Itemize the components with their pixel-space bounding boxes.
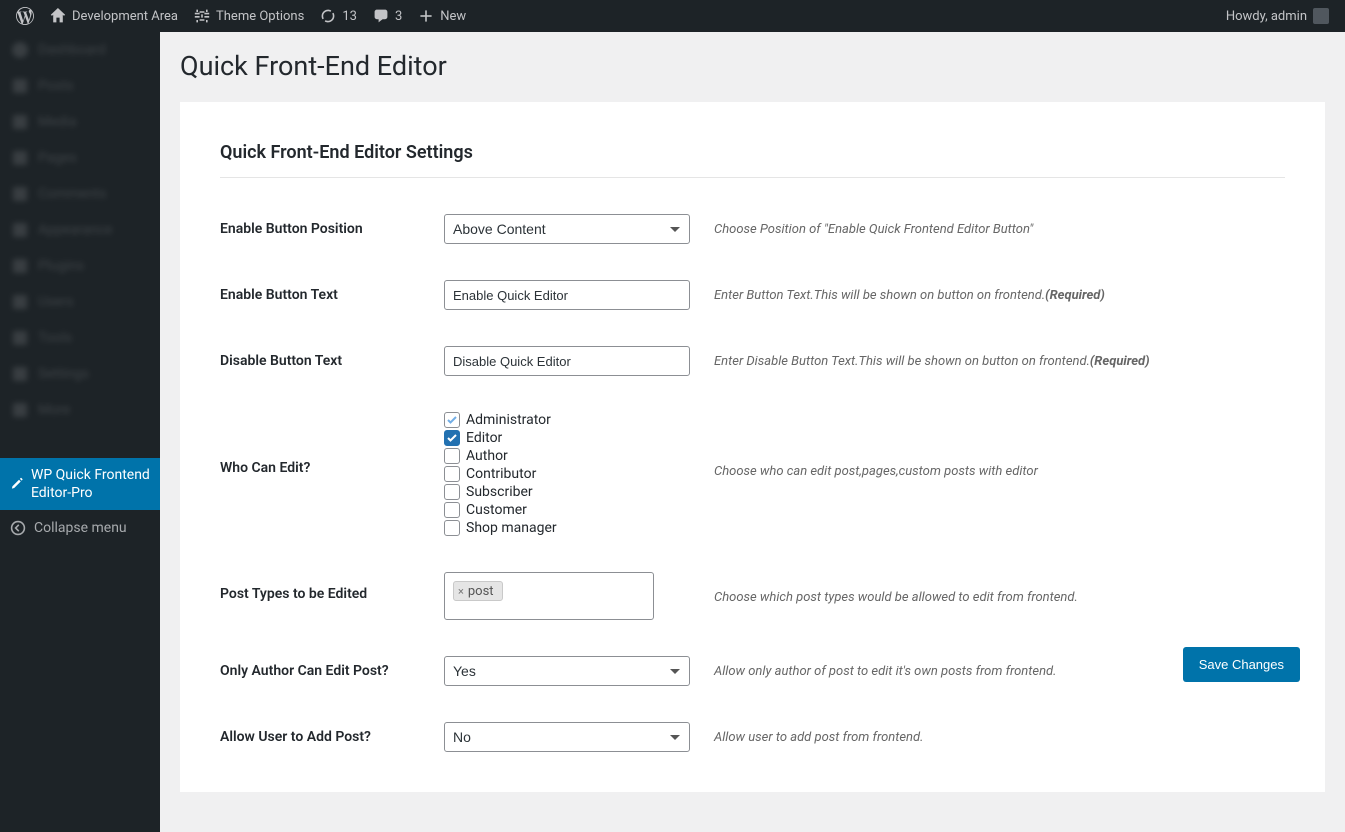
comment-icon	[373, 8, 389, 24]
admin-sidebar: Dashboard Posts Media Pages Comments App…	[0, 32, 160, 832]
admin-bar: Development Area Theme Options 13 3 New …	[0, 0, 1345, 32]
checkbox-editor[interactable]	[444, 430, 460, 446]
check-icon	[447, 433, 457, 443]
sidebar-item-hidden	[0, 428, 160, 458]
sidebar-item-hidden: Appearance	[0, 212, 160, 248]
row-who-can-edit: Who Can Edit? Administrator Editor	[220, 412, 1285, 536]
checkbox-contributor[interactable]	[444, 466, 460, 482]
label-only-author: Only Author Can Edit Post?	[220, 663, 444, 679]
sidebar-item-hidden: Media	[0, 104, 160, 140]
label-disable-text: Disable Button Text	[220, 353, 444, 369]
row-disable-text: Disable Button Text Enter Disable Button…	[220, 346, 1285, 376]
select-only-author[interactable]: Yes	[444, 656, 690, 686]
role-author[interactable]: Author	[444, 448, 714, 464]
label-post-types: Post Types to be Edited	[220, 572, 444, 602]
settings-heading: Quick Front-End Editor Settings	[220, 142, 1285, 178]
remove-tag-icon[interactable]: ×	[458, 585, 464, 598]
checkbox-author[interactable]	[444, 448, 460, 464]
role-customer[interactable]: Customer	[444, 502, 714, 518]
desc-who-can-edit: Choose who can edit post,pages,custom po…	[714, 412, 1285, 479]
page-title: Quick Front-End Editor	[180, 42, 1325, 82]
select-enable-position[interactable]: Above Content	[444, 214, 690, 244]
desc-allow-add: Allow user to add post from frontend.	[714, 730, 1285, 745]
new-link[interactable]: New	[410, 0, 474, 32]
theme-options-label: Theme Options	[216, 9, 304, 24]
role-subscriber[interactable]: Subscriber	[444, 484, 714, 500]
role-checkbox-list: Administrator Editor Author Contrib	[444, 412, 714, 536]
row-enable-position: Enable Button Position Above Content Cho…	[220, 214, 1285, 244]
main-content: Quick Front-End Editor Quick Front-End E…	[160, 32, 1345, 832]
sidebar-item-hidden: Plugins	[0, 248, 160, 284]
input-disable-text[interactable]	[444, 346, 690, 376]
desc-post-types: Choose which post types would be allowed…	[714, 572, 1285, 605]
theme-options-link[interactable]: Theme Options	[186, 0, 312, 32]
collapse-menu[interactable]: Collapse menu	[0, 510, 160, 546]
sliders-icon	[194, 8, 210, 24]
label-enable-text: Enable Button Text	[220, 287, 444, 303]
input-enable-text[interactable]	[444, 280, 690, 310]
new-label: New	[440, 9, 466, 24]
pencil-icon	[10, 474, 23, 494]
row-allow-add: Allow User to Add Post? No Allow user to…	[220, 722, 1285, 752]
select-allow-add[interactable]: No	[444, 722, 690, 752]
checkbox-subscriber[interactable]	[444, 484, 460, 500]
sidebar-item-hidden: Posts	[0, 68, 160, 104]
collapse-label: Collapse menu	[34, 520, 127, 536]
collapse-icon	[10, 520, 26, 536]
avatar	[1313, 8, 1329, 24]
settings-card: Quick Front-End Editor Settings Enable B…	[180, 102, 1325, 792]
greeting: Howdy, admin	[1226, 9, 1307, 24]
sidebar-active-label: WP Quick Frontend Editor-Pro	[31, 466, 150, 502]
desc-enable-position: Choose Position of "Enable Quick Fronten…	[714, 222, 1285, 237]
sidebar-item-hidden: Users	[0, 284, 160, 320]
save-changes-button[interactable]: Save Changes	[1183, 647, 1300, 682]
sidebar-item-hidden: Tools	[0, 320, 160, 356]
updates-link[interactable]: 13	[312, 0, 365, 32]
label-who-can-edit: Who Can Edit?	[220, 412, 444, 476]
sidebar-item-hidden: Comments	[0, 176, 160, 212]
checkbox-shop-manager[interactable]	[444, 520, 460, 536]
row-post-types: Post Types to be Edited × post Choose wh…	[220, 572, 1285, 620]
sidebar-item-hidden: Settings	[0, 356, 160, 392]
sidebar-item-dashboard[interactable]: Dashboard	[0, 32, 160, 68]
label-enable-position: Enable Button Position	[220, 221, 444, 237]
sidebar-item-hidden: Pages	[0, 140, 160, 176]
role-shop-manager[interactable]: Shop manager	[444, 520, 714, 536]
site-name-link[interactable]: Development Area	[42, 0, 186, 32]
role-editor[interactable]: Editor	[444, 430, 714, 446]
comments-count: 3	[395, 9, 402, 24]
label-allow-add: Allow User to Add Post?	[220, 729, 444, 745]
wp-logo[interactable]	[8, 0, 42, 32]
site-name: Development Area	[72, 9, 178, 24]
sidebar-item-quick-frontend-editor[interactable]: WP Quick Frontend Editor-Pro	[0, 458, 160, 510]
tag-post[interactable]: × post	[453, 581, 503, 601]
dashboard-icon	[10, 40, 30, 60]
update-icon	[320, 8, 336, 24]
updates-count: 13	[342, 9, 357, 24]
wordpress-icon	[16, 7, 34, 25]
account-link[interactable]: Howdy, admin	[1218, 0, 1337, 32]
desc-enable-text: Enter Button Text.This will be shown on …	[714, 288, 1285, 303]
role-administrator[interactable]: Administrator	[444, 412, 714, 428]
row-only-author: Only Author Can Edit Post? Yes Allow onl…	[220, 656, 1285, 686]
plus-icon	[418, 8, 434, 24]
home-icon	[50, 8, 66, 24]
post-types-input[interactable]: × post	[444, 572, 654, 620]
comments-link[interactable]: 3	[365, 0, 410, 32]
row-enable-text: Enable Button Text Enter Button Text.Thi…	[220, 280, 1285, 310]
sidebar-item-hidden: More	[0, 392, 160, 428]
check-icon	[447, 415, 457, 425]
desc-disable-text: Enter Disable Button Text.This will be s…	[714, 354, 1285, 369]
checkbox-administrator[interactable]	[444, 412, 460, 428]
role-contributor[interactable]: Contributor	[444, 466, 714, 482]
checkbox-customer[interactable]	[444, 502, 460, 518]
